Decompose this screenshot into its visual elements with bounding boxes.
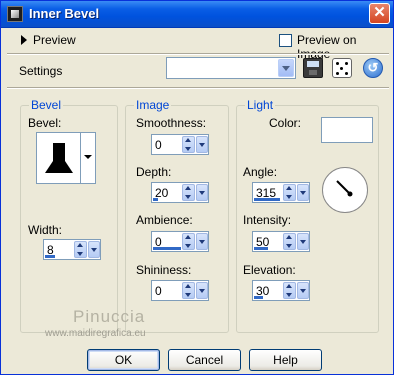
dropdown-arrow-icon[interactable] bbox=[297, 282, 309, 299]
smoothness-stepper[interactable]: 0 bbox=[151, 134, 209, 155]
color-label: Color: bbox=[269, 116, 302, 130]
intensity-label: Intensity: bbox=[243, 213, 292, 227]
depth-label: Depth: bbox=[136, 165, 172, 179]
angle-stepper[interactable]: 315 bbox=[252, 182, 310, 203]
bevel-shape-picker[interactable] bbox=[36, 132, 96, 184]
intensity-stepper[interactable]: 50 bbox=[252, 231, 310, 252]
window-title: Inner Bevel bbox=[29, 6, 100, 21]
angle-slider-bar[interactable] bbox=[254, 198, 280, 201]
spin-arrows-icon[interactable] bbox=[283, 282, 296, 299]
preview-row: Preview Preview on Image bbox=[1, 28, 393, 61]
spin-arrows-icon[interactable] bbox=[182, 282, 195, 299]
dropdown-arrow-icon[interactable] bbox=[80, 133, 95, 183]
settings-dropdown[interactable] bbox=[166, 57, 296, 79]
spin-arrows-icon[interactable] bbox=[283, 184, 296, 201]
width-label: Width: bbox=[28, 223, 63, 237]
dropdown-arrow-icon[interactable] bbox=[196, 233, 208, 250]
watermark-url: www.maidiregrafica.eu bbox=[45, 328, 146, 339]
watermark-name: Pinuccia bbox=[73, 307, 146, 326]
elevation-label: Elevation: bbox=[243, 263, 296, 277]
angle-label: Angle: bbox=[243, 165, 278, 179]
dropdown-arrow-icon[interactable] bbox=[196, 184, 208, 201]
dropdown-arrow-icon[interactable] bbox=[196, 136, 208, 153]
randomize-dice-icon[interactable] bbox=[332, 58, 352, 78]
preview-on-image-checkbox[interactable] bbox=[279, 34, 292, 47]
bevel-shape-icon bbox=[45, 143, 73, 173]
angle-dial-needle bbox=[336, 180, 353, 197]
save-icon[interactable] bbox=[303, 58, 323, 78]
reset-icon[interactable]: ↺ bbox=[363, 58, 383, 78]
shininess-label: Shininess: bbox=[136, 263, 192, 277]
elevation-stepper[interactable]: 30 bbox=[252, 280, 310, 301]
angle-dial[interactable] bbox=[322, 167, 368, 213]
title-bar[interactable]: Inner Bevel ✕ bbox=[1, 1, 393, 28]
depth-value[interactable]: 20 bbox=[155, 186, 181, 200]
light-group-title: Light bbox=[245, 98, 276, 112]
spin-arrows-icon[interactable] bbox=[283, 233, 296, 250]
depth-slider-bar[interactable] bbox=[153, 198, 158, 201]
smoothness-value[interactable]: 0 bbox=[155, 138, 181, 152]
spin-arrows-icon[interactable] bbox=[74, 241, 87, 258]
ok-button[interactable]: OK bbox=[87, 349, 160, 371]
width-slider-bar[interactable] bbox=[45, 255, 55, 258]
bevel-group-title: Bevel bbox=[29, 98, 64, 112]
smoothness-label: Smoothness: bbox=[136, 116, 207, 130]
spin-arrows-icon[interactable] bbox=[182, 233, 195, 250]
light-color-swatch[interactable] bbox=[321, 117, 373, 143]
cancel-button[interactable]: Cancel bbox=[168, 349, 241, 371]
dropdown-arrow-icon[interactable] bbox=[196, 282, 208, 299]
dropdown-arrow-icon[interactable] bbox=[297, 233, 309, 250]
settings-label: Settings bbox=[19, 64, 63, 78]
divider bbox=[7, 53, 389, 55]
dropdown-arrow-icon[interactable] bbox=[278, 59, 294, 77]
spin-arrows-icon[interactable] bbox=[182, 184, 195, 201]
expand-triangle-icon[interactable] bbox=[21, 35, 27, 45]
depth-stepper[interactable]: 20 bbox=[151, 182, 209, 203]
preview-toggle-label[interactable]: Preview bbox=[33, 33, 76, 47]
ambience-stepper[interactable]: 0 bbox=[151, 231, 209, 252]
dropdown-arrow-icon[interactable] bbox=[297, 184, 309, 201]
width-stepper[interactable]: 8 bbox=[43, 239, 101, 260]
spin-arrows-icon[interactable] bbox=[182, 136, 195, 153]
dropdown-arrow-icon[interactable] bbox=[88, 241, 100, 258]
shininess-stepper[interactable]: 0 bbox=[151, 280, 209, 301]
app-icon bbox=[7, 6, 23, 22]
elevation-slider-bar[interactable] bbox=[254, 296, 263, 299]
shininess-value[interactable]: 0 bbox=[155, 284, 181, 298]
help-button[interactable]: Help bbox=[249, 349, 322, 371]
close-icon: ✕ bbox=[373, 4, 386, 21]
bevel-label: Bevel: bbox=[28, 116, 62, 130]
intensity-slider-bar[interactable] bbox=[254, 247, 268, 250]
close-button[interactable]: ✕ bbox=[369, 3, 390, 24]
image-group-title: Image bbox=[134, 98, 172, 112]
ambience-label: Ambience: bbox=[136, 213, 193, 227]
divider bbox=[7, 87, 389, 89]
preview-on-image-label[interactable]: Preview on Image bbox=[297, 33, 393, 61]
ambience-slider-bar[interactable] bbox=[153, 247, 181, 250]
inner-bevel-dialog: Inner Bevel ✕ Preview Preview on Image S… bbox=[0, 0, 394, 375]
